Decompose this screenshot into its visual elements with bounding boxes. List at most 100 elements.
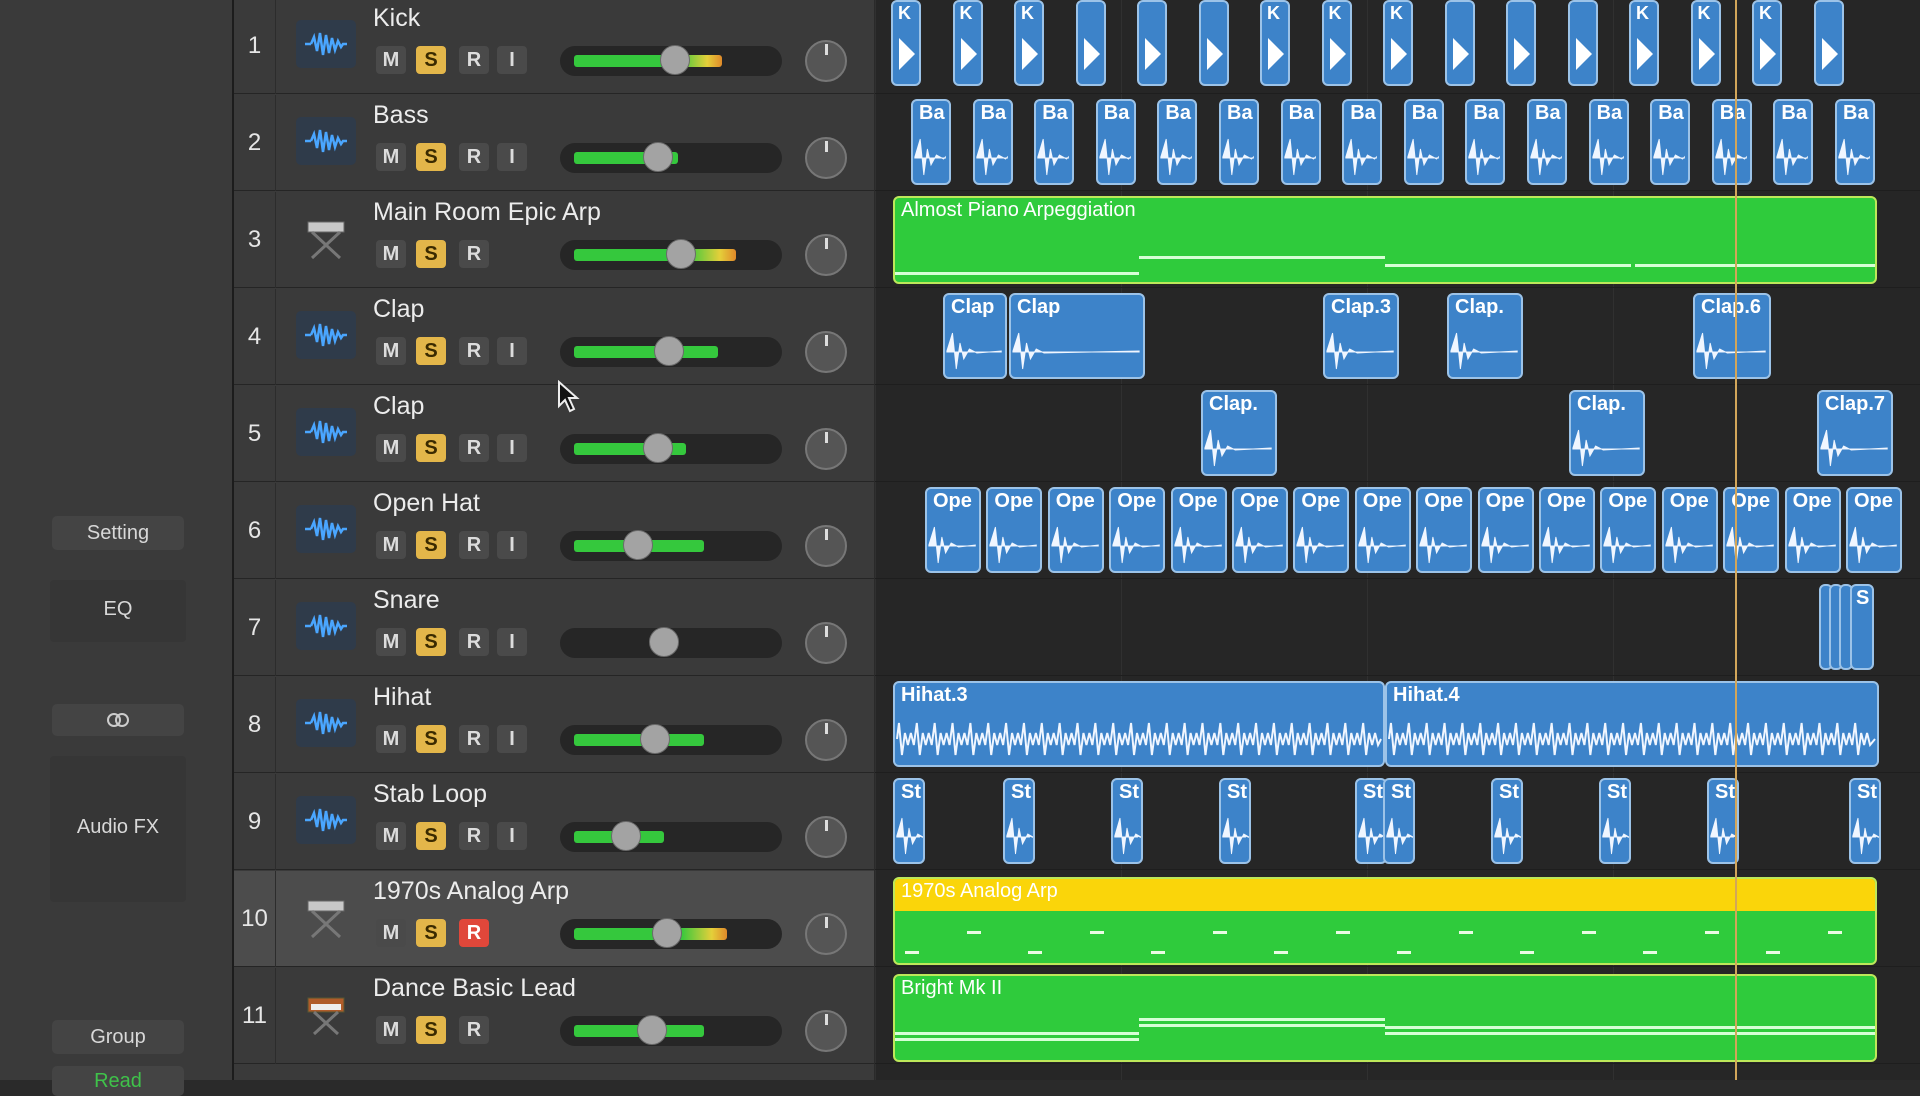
- audio-region[interactable]: Ba: [1219, 99, 1259, 185]
- track-name[interactable]: 1970s Analog Arp: [373, 877, 569, 906]
- audio-region[interactable]: Ba: [1280, 99, 1321, 185]
- group-button[interactable]: Group: [52, 1020, 184, 1054]
- track-lane[interactable]: Clap. Clap. Clap.7: [875, 386, 1920, 482]
- track-name[interactable]: Main Room Epic Arp: [373, 198, 601, 227]
- track-name[interactable]: Kick: [373, 4, 420, 33]
- mute-button[interactable]: M: [376, 531, 406, 559]
- volume-fader[interactable]: [560, 433, 782, 464]
- audio-region[interactable]: Clap: [1009, 293, 1145, 379]
- track-lane[interactable]: 1970s Analog Arp: [875, 871, 1920, 967]
- input-monitor-button[interactable]: I: [497, 531, 527, 559]
- audio-region[interactable]: Ba: [1465, 99, 1506, 185]
- track-header[interactable]: 9 Stab Loop M S R I: [234, 774, 874, 870]
- audio-region[interactable]: Ope: [1723, 487, 1780, 573]
- record-enable-button[interactable]: R: [459, 725, 489, 753]
- audio-region[interactable]: Ba: [972, 99, 1013, 185]
- track-header[interactable]: 8 Hihat M S R I: [234, 677, 874, 773]
- record-enable-button[interactable]: R: [459, 46, 489, 74]
- audio-region[interactable]: St: [1383, 778, 1415, 864]
- track-name[interactable]: Dance Basic Lead: [373, 974, 576, 1003]
- audio-region[interactable]: Ope: [1846, 487, 1902, 573]
- record-enable-button[interactable]: R: [459, 1016, 489, 1044]
- audio-region[interactable]: Clap.6: [1693, 293, 1771, 379]
- track-lane[interactable]: Hihat.3 Hihat.4: [875, 677, 1920, 773]
- eq-panel[interactable]: EQ: [50, 580, 186, 642]
- record-enable-button[interactable]: R: [459, 434, 489, 462]
- record-enable-button[interactable]: R: [459, 628, 489, 656]
- audio-region[interactable]: Ope: [1047, 487, 1104, 573]
- audio-region[interactable]: K: [1383, 0, 1413, 86]
- track-name[interactable]: Clap: [373, 392, 424, 421]
- audio-region[interactable]: K: [1321, 0, 1352, 86]
- track-header[interactable]: 3 Main Room Epic Arp M S R: [234, 192, 874, 288]
- input-monitor-button[interactable]: I: [497, 725, 527, 753]
- track-name[interactable]: Snare: [373, 586, 440, 615]
- solo-button[interactable]: S: [416, 337, 446, 365]
- midi-region[interactable]: Bright Mk II: [893, 974, 1877, 1062]
- pan-knob[interactable]: [805, 913, 847, 955]
- audio-region[interactable]: St: [1003, 778, 1035, 864]
- audio-region[interactable]: [1506, 0, 1536, 86]
- audio-region[interactable]: St: [1599, 778, 1631, 864]
- fader-thumb[interactable]: [643, 433, 673, 463]
- track-header[interactable]: 7 Snare M S R I: [234, 580, 874, 676]
- audio-region[interactable]: K: [1260, 0, 1290, 86]
- mute-button[interactable]: M: [376, 337, 406, 365]
- pan-knob[interactable]: [805, 1010, 847, 1052]
- solo-button[interactable]: S: [416, 240, 446, 268]
- record-enable-button[interactable]: R: [459, 919, 489, 947]
- pan-knob[interactable]: [805, 622, 847, 664]
- audio-region[interactable]: Ope: [1600, 487, 1657, 573]
- mute-button[interactable]: M: [376, 628, 406, 656]
- volume-fader[interactable]: [560, 45, 782, 76]
- record-enable-button[interactable]: R: [459, 531, 489, 559]
- mute-button[interactable]: M: [376, 434, 406, 462]
- audio-region[interactable]: Ope: [1109, 487, 1166, 573]
- audio-region[interactable]: Ba: [1527, 99, 1567, 185]
- record-enable-button[interactable]: R: [459, 822, 489, 850]
- audio-region[interactable]: [1137, 0, 1167, 86]
- audio-region[interactable]: Ba: [1403, 99, 1444, 185]
- input-monitor-button[interactable]: I: [497, 822, 527, 850]
- volume-fader[interactable]: [560, 627, 782, 658]
- audio-region[interactable]: Clap.: [1447, 293, 1523, 379]
- fader-thumb[interactable]: [640, 724, 670, 754]
- pan-knob[interactable]: [805, 428, 847, 470]
- pan-knob[interactable]: [805, 719, 847, 761]
- audio-region[interactable]: Ope: [1354, 487, 1411, 573]
- audio-region[interactable]: Ba: [1650, 99, 1691, 185]
- record-enable-button[interactable]: R: [459, 337, 489, 365]
- track-lane[interactable]: Almost Piano Arpeggiation: [875, 192, 1920, 288]
- audio-fx-panel[interactable]: Audio FX: [50, 756, 186, 902]
- fader-thumb[interactable]: [643, 142, 673, 172]
- audio-region[interactable]: K: [952, 0, 983, 86]
- volume-fader[interactable]: [560, 724, 782, 755]
- audio-region[interactable]: Hihat.4: [1385, 681, 1879, 767]
- record-enable-button[interactable]: R: [459, 240, 489, 268]
- track-name[interactable]: Bass: [373, 101, 429, 130]
- track-name[interactable]: Clap: [373, 295, 424, 324]
- solo-button[interactable]: S: [416, 434, 446, 462]
- solo-button[interactable]: S: [416, 143, 446, 171]
- volume-fader[interactable]: [560, 336, 782, 367]
- track-lane[interactable]: Ba Ba Ba Ba Ba Ba Ba Ba Ba Ba Ba Ba Ba Ba Ba Ba: [875, 95, 1920, 191]
- input-monitor-button[interactable]: I: [497, 434, 527, 462]
- mute-button[interactable]: M: [376, 919, 406, 947]
- audio-region[interactable]: K: [891, 0, 921, 86]
- pan-knob[interactable]: [805, 525, 847, 567]
- mute-button[interactable]: M: [376, 725, 406, 753]
- audio-region[interactable]: Clap.: [1569, 390, 1645, 476]
- volume-fader[interactable]: [560, 530, 782, 561]
- fader-thumb[interactable]: [660, 45, 690, 75]
- audio-region[interactable]: Ba: [1711, 99, 1752, 185]
- audio-region[interactable]: Clap.3: [1323, 293, 1399, 379]
- pan-knob[interactable]: [805, 137, 847, 179]
- input-monitor-button[interactable]: I: [497, 143, 527, 171]
- playhead[interactable]: [1735, 0, 1737, 1080]
- audio-region[interactable]: Ba: [1835, 99, 1875, 185]
- track-lane[interactable]: S: [875, 580, 1920, 676]
- audio-region[interactable]: Ba: [1588, 99, 1629, 185]
- audio-region[interactable]: Ope: [1477, 487, 1534, 573]
- arrange-area[interactable]: K K K K K K K K K Ba Ba Ba Ba Ba Ba Ba Ba Ba Ba Ba Ba Ba Ba Ba B…: [875, 0, 1920, 1080]
- audio-region[interactable]: K: [1629, 0, 1659, 86]
